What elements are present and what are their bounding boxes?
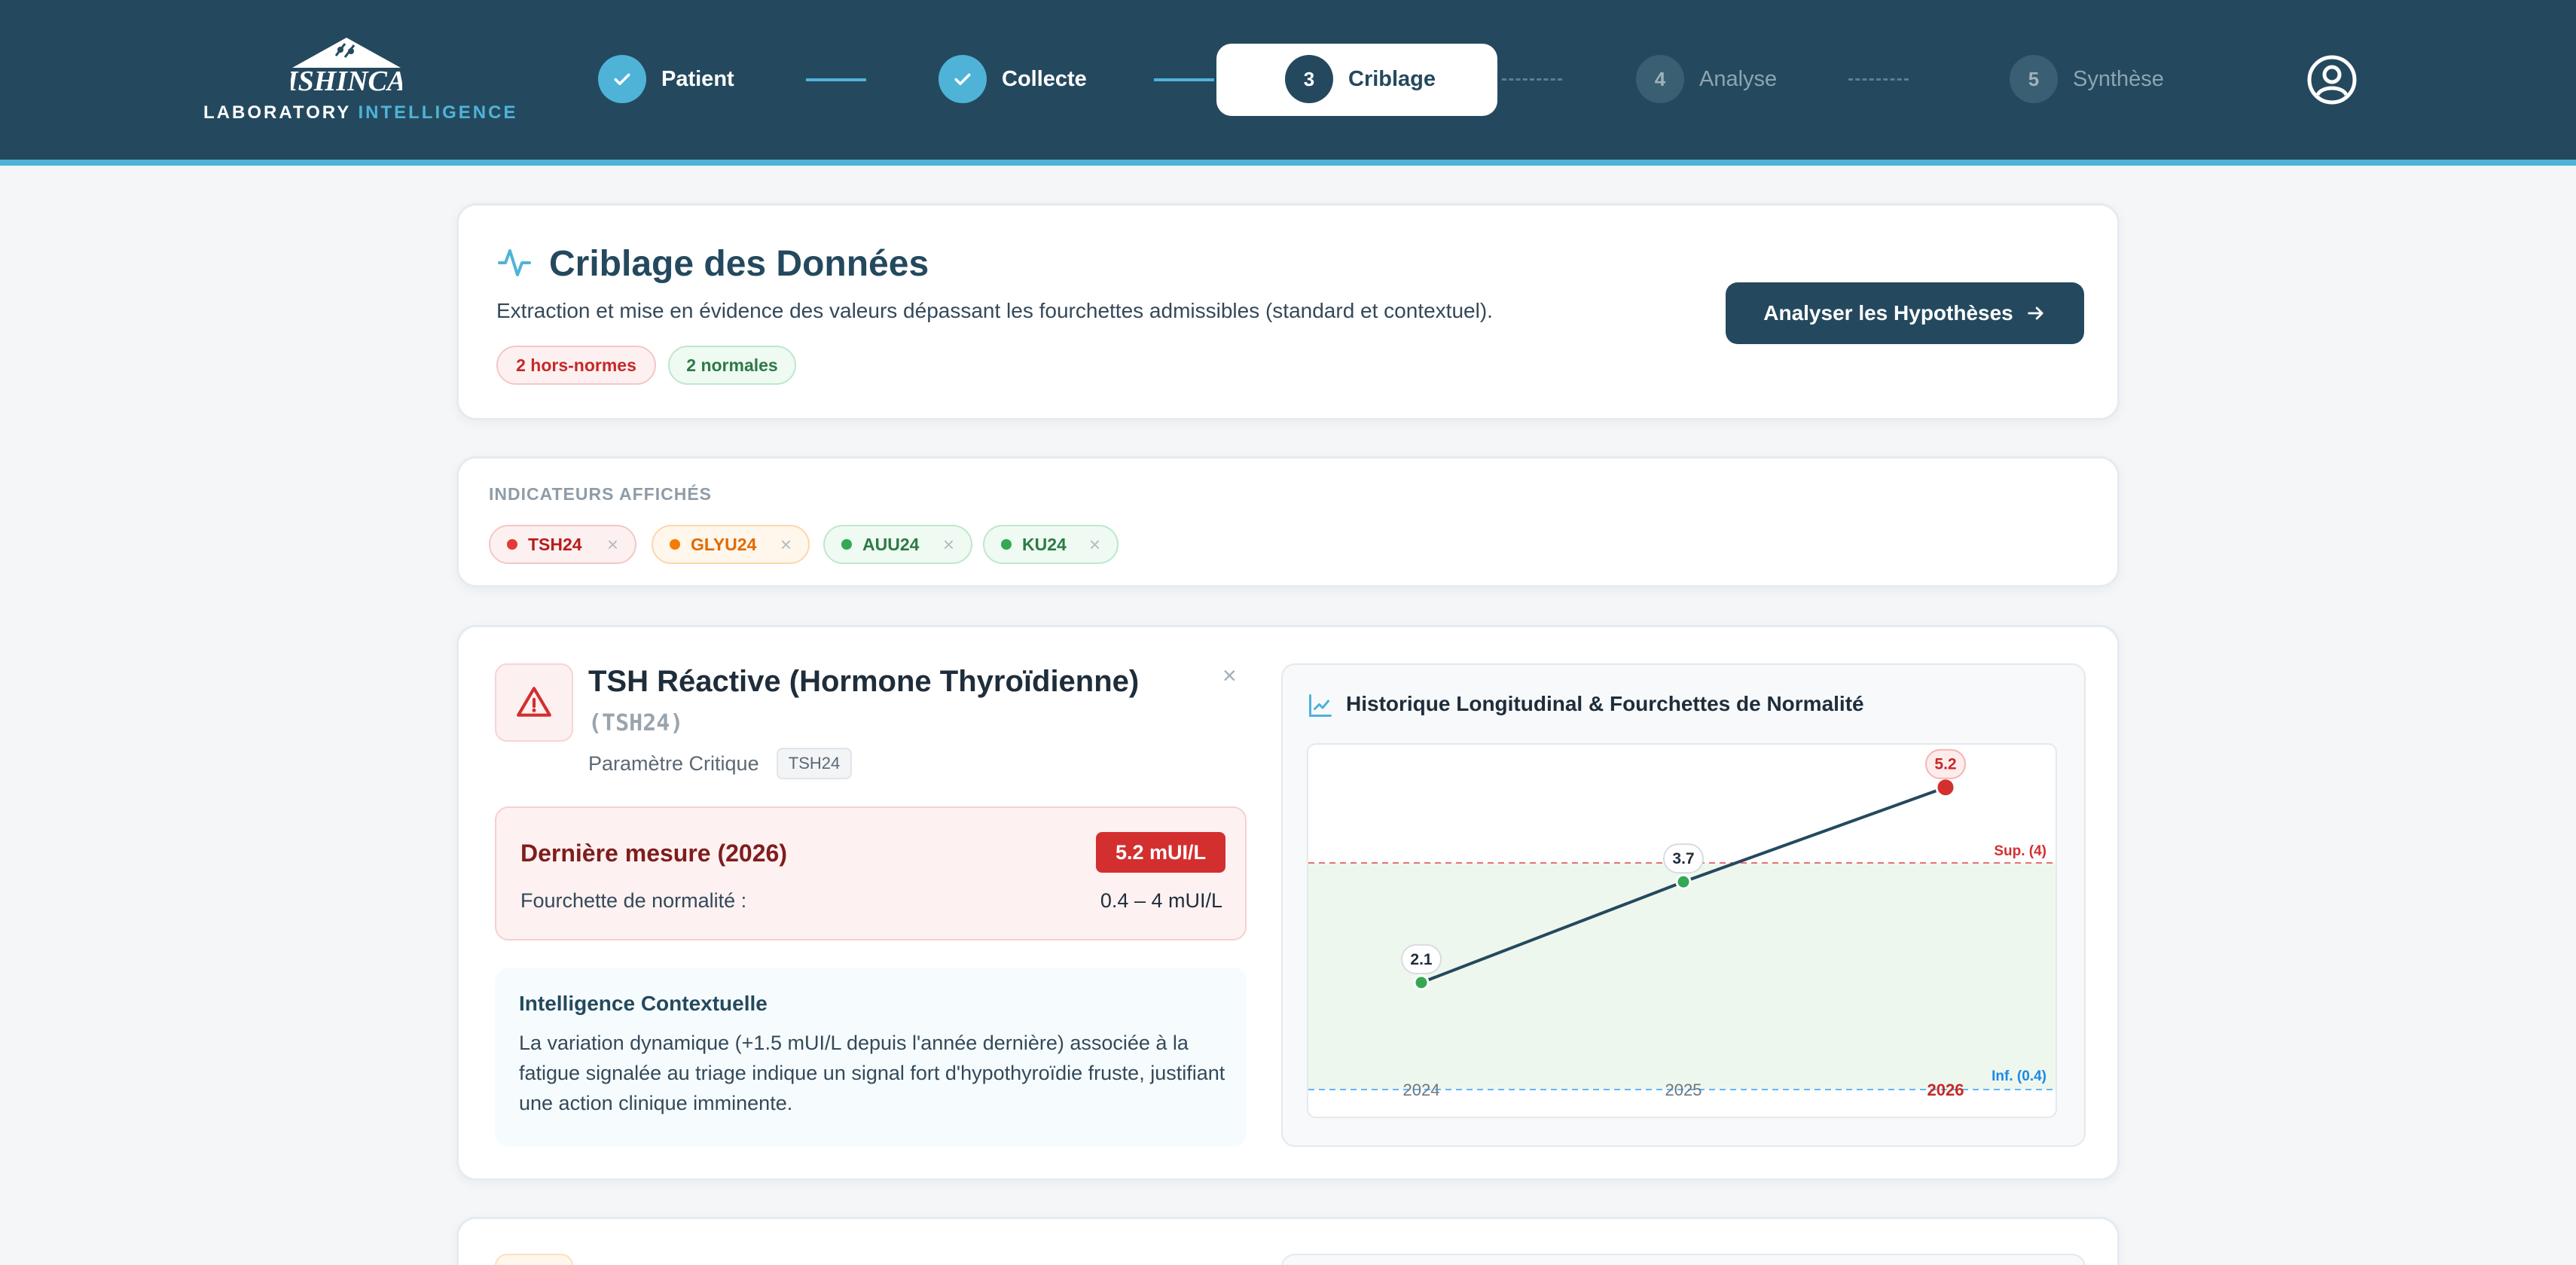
step-synthese[interactable]: 5 Synthèse [2010, 54, 2164, 104]
activity-icon [498, 249, 531, 276]
data-point [1675, 873, 1692, 890]
step-collecte[interactable]: Collecte [939, 54, 1087, 104]
last-measure-label: Dernière mesure (2026) [520, 840, 787, 867]
button-label: Analyser les Hypothèses [1763, 301, 2013, 325]
status-dot [1001, 539, 1012, 550]
arrow-right-icon [2028, 306, 2043, 320]
close-icon[interactable]: × [1222, 662, 1237, 690]
step-label: Analyse [1699, 66, 1778, 91]
line-chart-icon [1309, 694, 1332, 717]
indicators-label: INDICATEURS AFFICHÉS [489, 484, 712, 504]
data-point [1935, 777, 1956, 798]
remove-chip-icon[interactable]: × [780, 533, 792, 556]
indicators-card: INDICATEURS AFFICHÉS TSH24 × GLYU24 × AU… [456, 456, 2120, 587]
step-connector-2 [1154, 78, 1214, 81]
contextual-intelligence-panel: Intelligence Contextuelle La variation d… [495, 968, 1247, 1147]
step-number: 5 [2010, 55, 2058, 103]
chart-area: Sup. (4) Inf. (0.4) 2.1 2024 3.7 2025 5.2 2026 [1307, 743, 2057, 1118]
last-measure-value: 5.2 mUI/L [1096, 832, 1225, 873]
normal-range-value: 0.4 – 4 mUI/L [1100, 889, 1222, 912]
indicator-chip-tsh24[interactable]: TSH24 × [489, 525, 636, 564]
alert-icon-box [495, 1254, 573, 1265]
context-text: La variation dynamique (+1.5 mUI/L depui… [519, 1032, 1225, 1114]
indicator-title: TSH Réactive (Hormone Thyroïdienne) [588, 665, 1140, 698]
brand-sub-part1: LABORATORY [203, 102, 351, 123]
step-connector-1 [806, 78, 866, 81]
user-circle-icon[interactable] [2306, 54, 2358, 105]
step-number: 3 [1285, 55, 1333, 103]
data-point [1413, 974, 1430, 991]
brand-sub-part2: INTELLIGENCE [358, 102, 518, 123]
analyze-hypotheses-button[interactable]: Analyser les Hypothèses [1726, 282, 2084, 344]
remove-chip-icon[interactable]: × [1089, 533, 1100, 556]
check-icon [939, 55, 987, 103]
history-line-chart: Sup. (4) Inf. (0.4) 2.1 2024 3.7 2025 5.2 2026 [1308, 748, 2056, 1099]
data-label: 5.2 [1934, 756, 1956, 773]
history-chart-panel [1281, 1254, 2086, 1265]
indicator-chip-glyu24[interactable]: GLYU24 × [652, 525, 810, 564]
step-analyse[interactable]: 4 Analyse [1636, 54, 1777, 104]
data-label: 2.1 [1410, 951, 1433, 968]
step-connector-4 [1848, 78, 1909, 81]
chip-label: KU24 [1022, 534, 1067, 554]
x-tick-label: 2026 [1927, 1081, 1964, 1099]
brand-subtitle: LABORATORY INTELLIGENCE [203, 102, 515, 123]
chart-title: Historique Longitudinal & Fourchettes de… [1346, 692, 1864, 715]
page-description: Extraction et mise en évidence des valeu… [496, 299, 1493, 322]
indicator-detail-card-tsh: TSH Réactive (Hormone Thyroïdienne) (TSH… [456, 625, 2120, 1181]
step-number: 4 [1636, 55, 1684, 103]
remove-chip-icon[interactable]: × [943, 533, 954, 556]
indicator-tag: TSH24 [777, 748, 852, 779]
status-dot [507, 539, 517, 550]
normal-range-label: Fourchette de normalité : [520, 889, 747, 912]
logo-wordmark: ISHINCA [291, 66, 402, 93]
screening-header-card: Criblage des Données Extraction et mise … [456, 203, 2120, 420]
upper-limit-label: Sup. (4) [1994, 843, 2046, 859]
top-bar: ISHINCA LABORATORY INTELLIGENCE Patient … [0, 0, 2576, 166]
check-icon [598, 55, 646, 103]
chip-label: TSH24 [528, 534, 582, 554]
step-criblage[interactable]: 3 Criblage [1285, 54, 1436, 104]
step-label: Collecte [1002, 66, 1087, 91]
abnormal-count-badge: 2 hors-normes [496, 346, 656, 385]
chip-label: AUU24 [862, 534, 920, 554]
alert-triangle-icon [495, 663, 573, 742]
step-patient[interactable]: Patient [598, 54, 734, 104]
normal-count-badge: 2 normales [668, 346, 796, 385]
page-title: Criblage des Données [549, 244, 929, 284]
data-label: 3.7 [1672, 850, 1694, 867]
lower-limit-label: Inf. (0.4) [1992, 1068, 2046, 1084]
x-tick-label: 2025 [1665, 1081, 1702, 1099]
indicator-subtitle: Paramètre Critique [588, 752, 759, 775]
brand-logo[interactable]: ISHINCA LABORATORY INTELLIGENCE [203, 36, 515, 126]
indicator-chip-ku24[interactable]: KU24 × [983, 525, 1119, 564]
context-title: Intelligence Contextuelle [519, 992, 768, 1015]
last-measure-panel: Dernière mesure (2026) 5.2 mUI/L Fourche… [495, 806, 1247, 940]
step-connector-3 [1502, 78, 1562, 81]
history-chart-panel: Historique Longitudinal & Fourchettes de… [1281, 663, 2086, 1147]
chip-label: GLYU24 [691, 534, 757, 554]
step-label: Synthèse [2073, 66, 2164, 91]
logo-emblem: ISHINCA [291, 38, 402, 93]
indicator-detail-card-next [456, 1217, 2120, 1265]
indicator-chip-auu24[interactable]: AUU24 × [823, 525, 972, 564]
status-dot [670, 539, 680, 550]
x-tick-label: 2024 [1403, 1081, 1440, 1099]
indicator-code: (TSH24) [588, 710, 684, 736]
remove-chip-icon[interactable]: × [607, 533, 618, 556]
status-dot [841, 539, 852, 550]
step-label: Patient [661, 66, 734, 91]
step-label: Criblage [1348, 66, 1436, 91]
